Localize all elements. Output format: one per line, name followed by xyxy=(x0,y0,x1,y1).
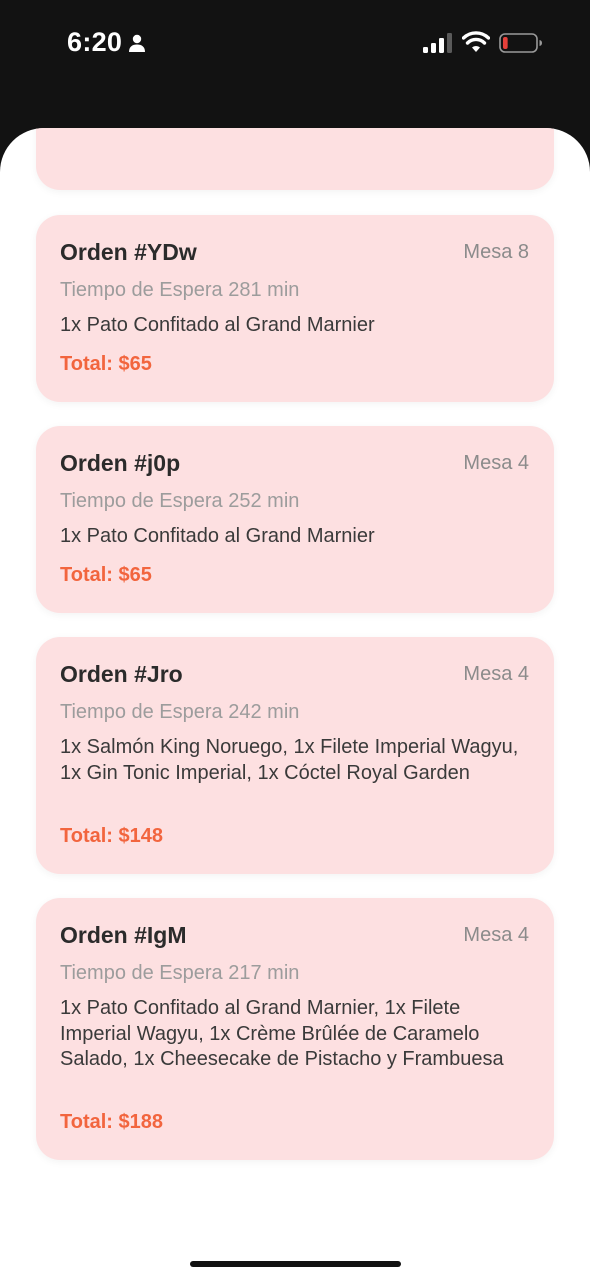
order-wait-time: Tiempo de Espera 242 min xyxy=(60,701,300,723)
home-indicator[interactable] xyxy=(190,1261,401,1267)
order-wait-time: Tiempo de Espera 281 min xyxy=(60,279,300,301)
signal-icon xyxy=(423,33,452,53)
order-items: 1x Salmón King Noruego, 1x Filete Imperi… xyxy=(60,736,519,784)
order-total: Total: $65 xyxy=(60,564,152,586)
battery-icon xyxy=(499,33,542,53)
order-items: 1x Pato Confitado al Grand Marnier xyxy=(60,525,375,547)
orders-sheet[interactable]: Orden #YDw Mesa 8 Tiempo de Espera 281 m… xyxy=(0,128,590,1280)
order-card[interactable]: Orden #Jro Mesa 4 Tiempo de Espera 242 m… xyxy=(36,637,554,874)
order-items: 1x Pato Confitado al Grand Marnier xyxy=(60,314,375,336)
order-total: Total: $188 xyxy=(60,1111,163,1133)
order-table: Mesa 8 xyxy=(463,241,529,263)
order-title: Orden #Jro xyxy=(60,661,183,687)
order-total: Total: $148 xyxy=(60,825,163,847)
status-time: 6:20 xyxy=(67,27,123,57)
order-title: Orden #IgM xyxy=(60,922,187,948)
order-table: Mesa 4 xyxy=(463,924,529,946)
order-card-partial[interactable] xyxy=(36,128,554,190)
order-wait-time: Tiempo de Espera 217 min xyxy=(60,962,300,984)
status-bar: 6:20 xyxy=(0,0,590,128)
order-title: Orden #j0p xyxy=(60,450,181,476)
order-card[interactable]: Orden #YDw Mesa 8 Tiempo de Espera 281 m… xyxy=(36,215,554,402)
wifi-icon xyxy=(462,31,490,52)
order-wait-time: Tiempo de Espera 252 min xyxy=(60,490,300,512)
order-table: Mesa 4 xyxy=(463,452,529,474)
order-total: Total: $65 xyxy=(60,353,152,375)
order-items: 1x Pato Confitado al Grand Marnier, 1x F… xyxy=(60,997,504,1070)
order-card[interactable]: Orden #IgM Mesa 4 Tiempo de Espera 217 m… xyxy=(36,898,554,1160)
person-icon xyxy=(129,34,145,52)
order-title: Orden #YDw xyxy=(60,239,197,265)
order-card[interactable]: Orden #j0p Mesa 4 Tiempo de Espera 252 m… xyxy=(36,426,554,613)
order-table: Mesa 4 xyxy=(463,663,529,685)
